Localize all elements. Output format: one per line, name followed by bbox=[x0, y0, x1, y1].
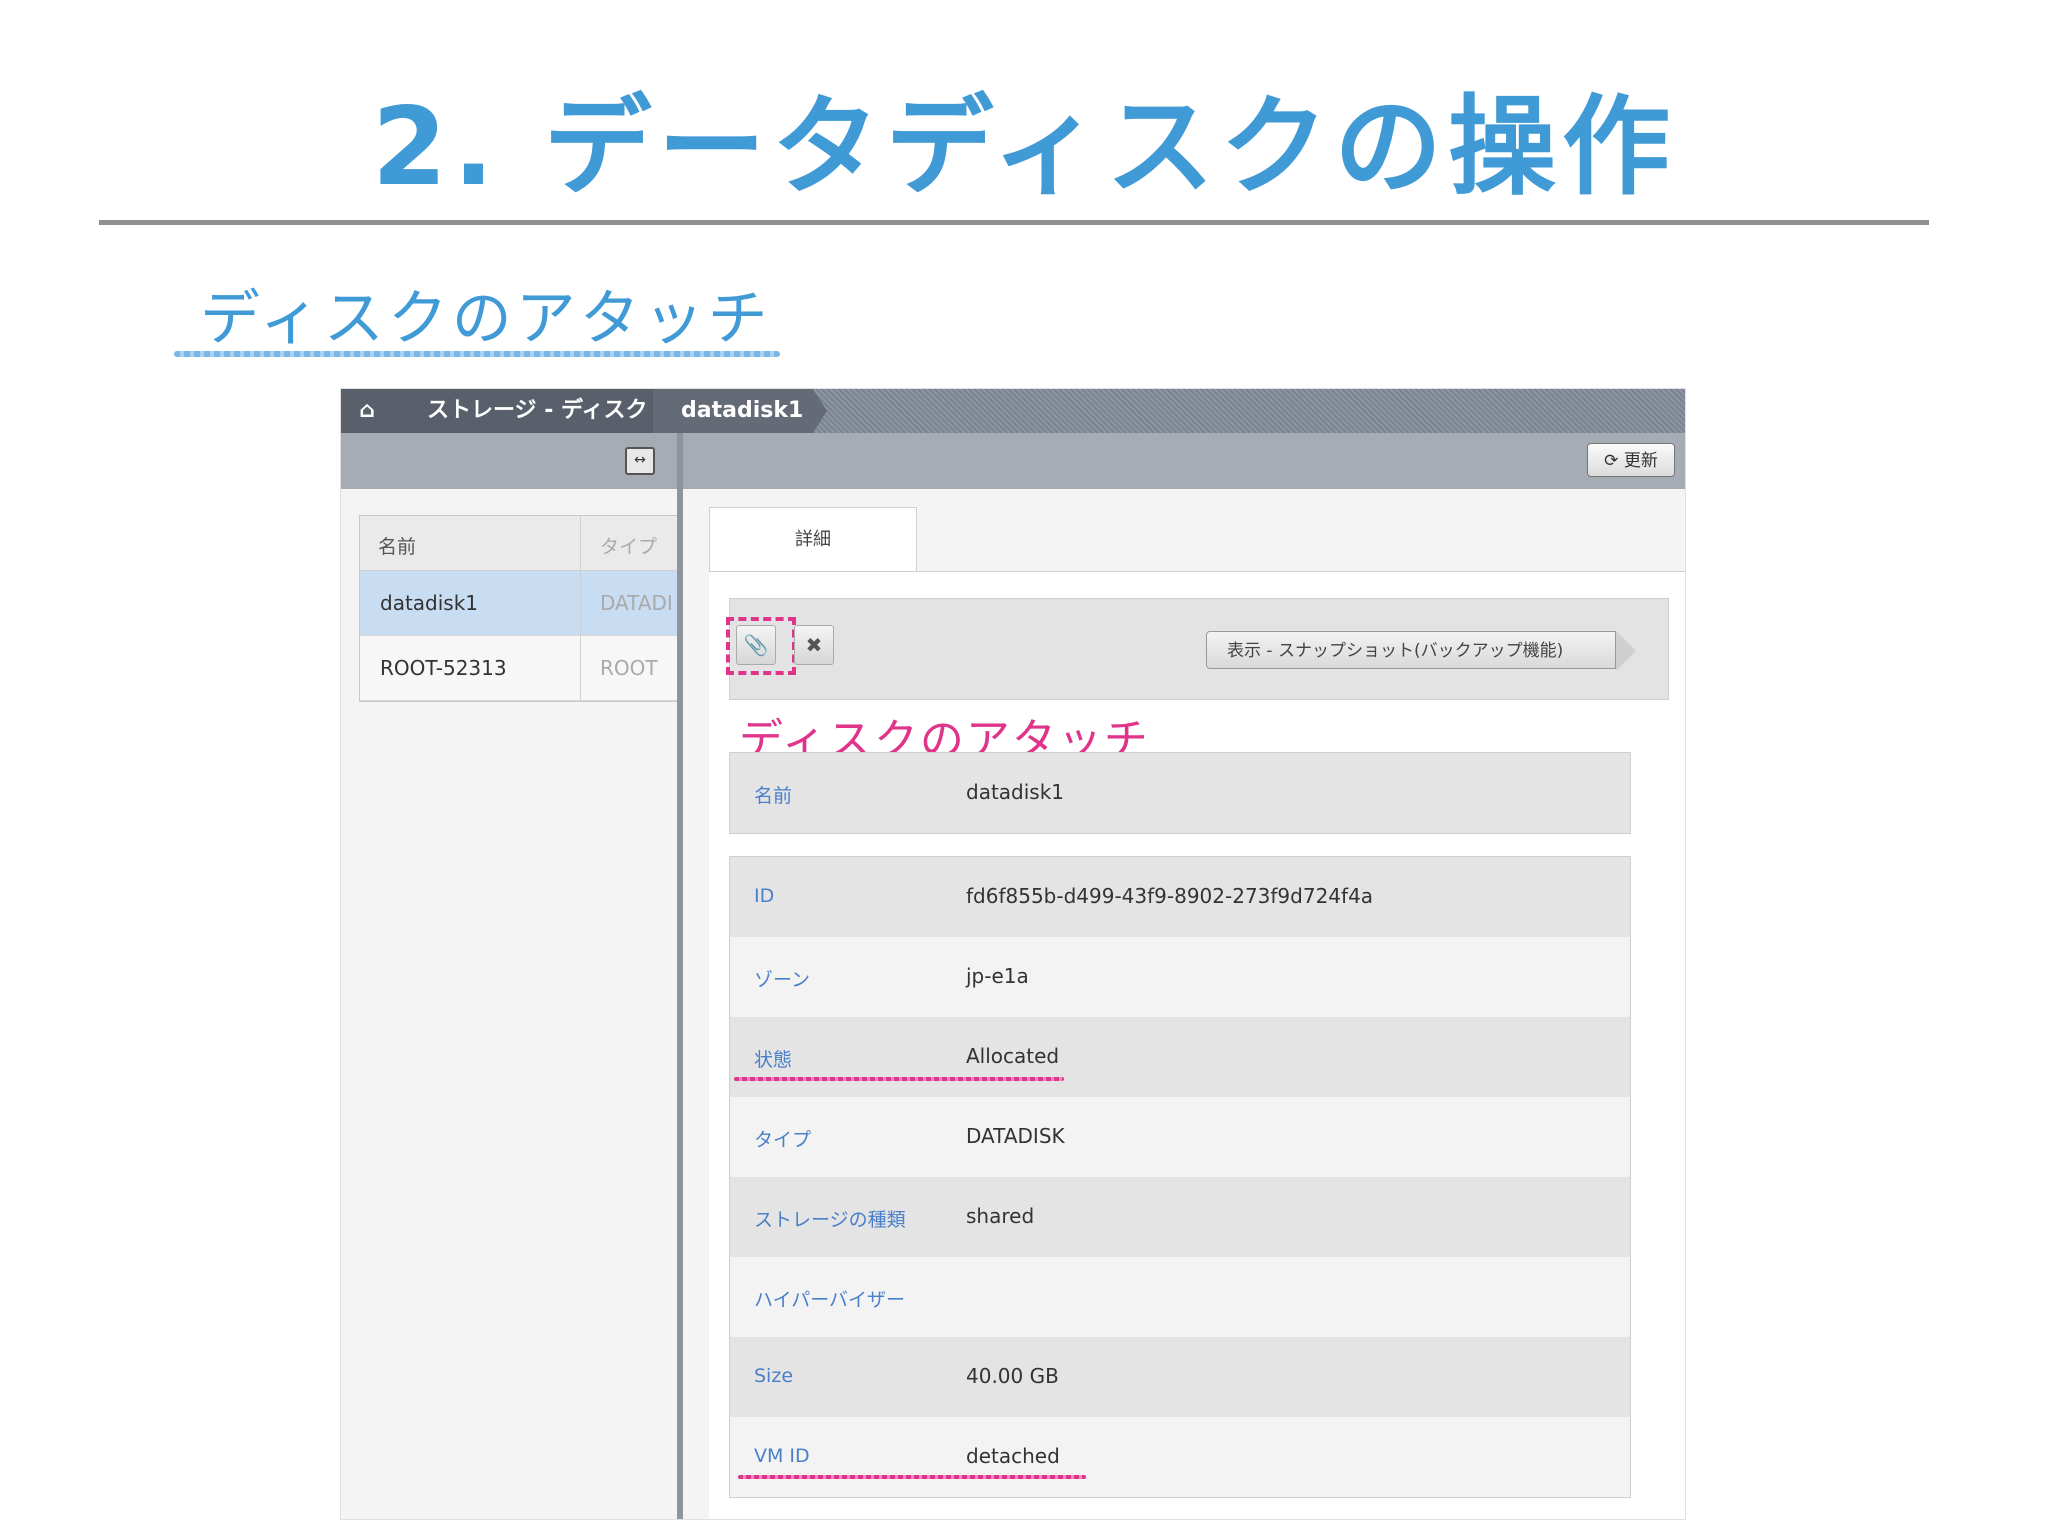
detail-label: ストレージの種類 bbox=[754, 1209, 906, 1231]
column-separator bbox=[580, 636, 581, 700]
state-highlight-underline bbox=[734, 1077, 1064, 1081]
row-type: DATADI bbox=[600, 591, 673, 615]
detail-value: jp-e1a bbox=[966, 964, 1029, 988]
action-toolbar: 📎 ✖ 表示 - スナップショット(バックアップ機能) bbox=[726, 598, 1669, 700]
info-section: ID fd6f855b-d499-43f9-8902-273f9d724f4a … bbox=[729, 856, 1631, 1498]
detail-label: 状態 bbox=[754, 1049, 793, 1071]
refresh-icon: ⟳ bbox=[1604, 451, 1619, 471]
detail-label: VM ID bbox=[754, 1445, 810, 1467]
detail-label: Size bbox=[754, 1365, 794, 1387]
home-icon: ⌂ bbox=[359, 398, 375, 423]
detail-value: detached bbox=[966, 1444, 1060, 1468]
detail-pane: 詳細 📎 ✖ 表示 - スナップショット(バックアップ機能) ディスクのアタッチ… bbox=[683, 489, 1685, 1519]
collapse-icon[interactable]: ↔ bbox=[625, 447, 655, 475]
attach-disk-icon: 📎 bbox=[743, 633, 769, 657]
column-separator bbox=[580, 571, 581, 635]
name-section: 名前 datadisk1 bbox=[729, 752, 1631, 834]
detail-row-vm-id: VM ID detached bbox=[730, 1417, 1630, 1497]
subtitle-underline bbox=[174, 351, 780, 357]
right-toolbar: ⟳ 更新 bbox=[683, 433, 1685, 490]
disk-list-pane: 名前 タイプ datadisk1 DATADI ROOT-52313 ROOT bbox=[341, 489, 679, 1519]
detail-label: 名前 bbox=[754, 785, 793, 807]
breadcrumb-datadisk[interactable]: datadisk1 bbox=[653, 389, 813, 433]
detail-label: ハイパーバイザー bbox=[754, 1289, 906, 1311]
detail-label: ID bbox=[754, 885, 775, 907]
column-header-type[interactable]: タイプ bbox=[600, 532, 657, 559]
slide-title: 2. データディスクの操作 bbox=[371, 85, 1677, 210]
row-name: ROOT-52313 bbox=[380, 656, 507, 680]
detail-value: datadisk1 bbox=[966, 780, 1065, 804]
app-screenshot: ⌂ ストレージ - ディスク datadisk1 ↔ 名前 タイプ datadi… bbox=[340, 388, 1686, 1520]
breadcrumb-home[interactable]: ⌂ bbox=[341, 389, 393, 433]
vmid-highlight-underline bbox=[738, 1475, 1086, 1479]
column-separator bbox=[580, 516, 581, 570]
detail-row-type: タイプ DATADISK bbox=[730, 1097, 1630, 1177]
list-row-root[interactable]: ROOT-52313 ROOT bbox=[360, 636, 678, 701]
refresh-button[interactable]: ⟳ 更新 bbox=[1587, 443, 1675, 477]
detail-row-hypervisor: ハイパーバイザー bbox=[730, 1257, 1630, 1337]
attach-disk-button[interactable]: 📎 bbox=[736, 625, 776, 665]
detail-value: shared bbox=[966, 1204, 1035, 1228]
delete-button[interactable]: ✖ bbox=[794, 625, 834, 665]
view-snapshots-button[interactable]: 表示 - スナップショット(バックアップ機能) bbox=[1206, 631, 1616, 669]
detail-value: DATADISK bbox=[966, 1124, 1065, 1148]
detail-row-name: 名前 datadisk1 bbox=[730, 753, 1630, 833]
left-toolbar: ↔ bbox=[341, 433, 677, 490]
snapshot-arrow bbox=[1616, 631, 1636, 671]
detail-panel: 📎 ✖ 表示 - スナップショット(バックアップ機能) ディスクのアタッチ 名前… bbox=[709, 571, 1685, 1519]
disk-list: 名前 タイプ datadisk1 DATADI ROOT-52313 ROOT bbox=[359, 515, 679, 702]
breadcrumb-storage-disk[interactable]: ストレージ - ディスク bbox=[393, 389, 653, 433]
detail-row-state: 状態 Allocated bbox=[730, 1017, 1630, 1097]
refresh-label: 更新 bbox=[1623, 451, 1658, 471]
tab-details[interactable]: 詳細 bbox=[709, 507, 917, 572]
slide-subtitle: ディスクのアタッチ bbox=[200, 284, 772, 354]
breadcrumb-separator bbox=[813, 389, 827, 433]
detail-row-zone: ゾーン jp-e1a bbox=[730, 937, 1630, 1017]
detail-value: 40.00 GB bbox=[966, 1364, 1059, 1388]
list-header: 名前 タイプ bbox=[360, 516, 678, 571]
title-divider bbox=[99, 220, 1929, 225]
detail-value: Allocated bbox=[966, 1044, 1060, 1068]
detail-value: fd6f855b-d499-43f9-8902-273f9d724f4a bbox=[966, 884, 1374, 908]
column-header-name[interactable]: 名前 bbox=[378, 532, 416, 559]
detail-row-id: ID fd6f855b-d499-43f9-8902-273f9d724f4a bbox=[730, 857, 1630, 937]
delete-icon: ✖ bbox=[805, 633, 823, 657]
row-name: datadisk1 bbox=[380, 591, 479, 615]
breadcrumb: ⌂ ストレージ - ディスク datadisk1 bbox=[341, 389, 1685, 433]
detail-row-storage-type: ストレージの種類 shared bbox=[730, 1177, 1630, 1257]
list-row-datadisk1[interactable]: datadisk1 DATADI bbox=[360, 571, 678, 636]
detail-label: ゾーン bbox=[754, 969, 811, 991]
row-type: ROOT bbox=[600, 656, 658, 680]
detail-label: タイプ bbox=[754, 1129, 812, 1151]
detail-row-size: Size 40.00 GB bbox=[730, 1337, 1630, 1417]
